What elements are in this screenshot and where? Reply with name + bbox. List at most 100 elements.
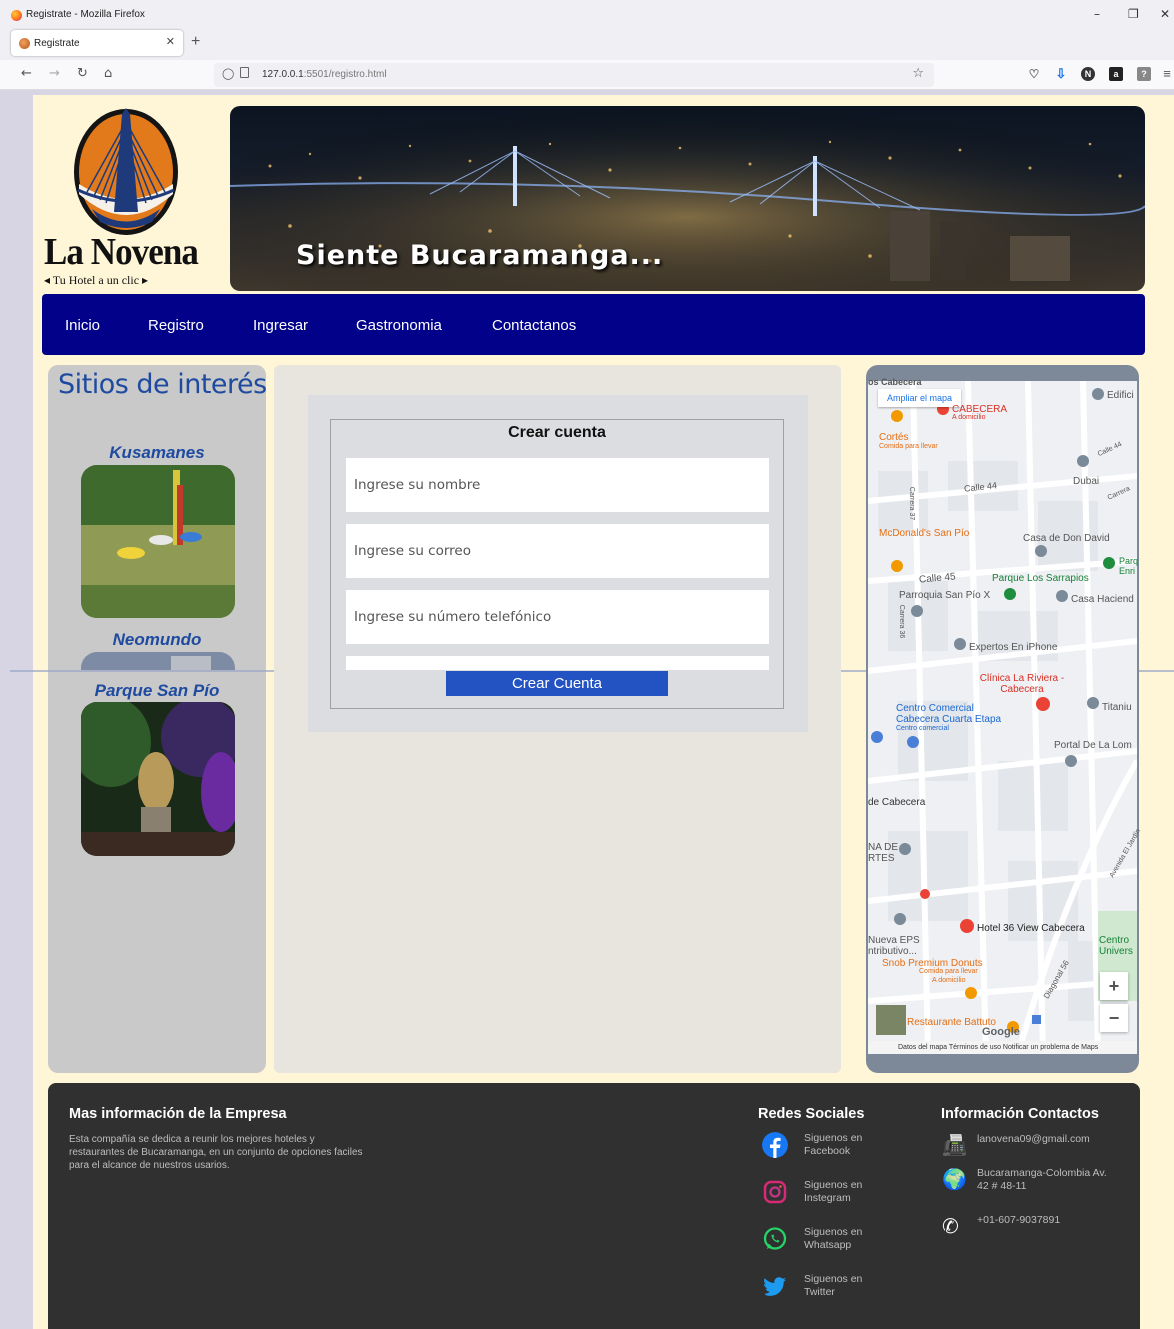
back-icon[interactable]: ← xyxy=(21,66,32,81)
window-title: Registrate - Mozilla Firefox xyxy=(26,9,145,20)
map-label: Nueva EPS ntributivo... xyxy=(868,935,920,957)
nav-contactanos[interactable]: Contactanos xyxy=(492,317,576,334)
map-label: Carrera 37 xyxy=(908,486,916,521)
create-account-button[interactable]: Crear Cuenta xyxy=(446,671,668,696)
nav-ingresar[interactable]: Ingresar xyxy=(253,317,308,334)
map-label: A domicilio xyxy=(952,414,986,421)
fax-icon: 📠 xyxy=(942,1133,967,1157)
twitter-icon xyxy=(763,1277,786,1296)
neomundo-photo[interactable] xyxy=(81,652,235,670)
nav-registro[interactable]: Registro xyxy=(148,317,204,334)
map-label: Parq Enri xyxy=(1119,556,1139,576)
social-label: Siguenos en Twitter xyxy=(804,1273,863,1298)
social-label: Siguenos en Facebook xyxy=(804,1132,863,1157)
parque-san-pio-photo[interactable] xyxy=(81,702,235,856)
map-label: Hotel 36 View Cabecera xyxy=(977,923,1085,934)
contact-label: Bucaramanga-Colombia Av. 42 # 48-11 xyxy=(977,1167,1107,1192)
instagram-icon xyxy=(763,1180,787,1204)
map-label: Casa Haciend xyxy=(1071,594,1134,605)
page-right-gutter xyxy=(1153,95,1174,1329)
phone-icon: ✆ xyxy=(942,1214,959,1238)
footer-social-title: Redes Sociales xyxy=(758,1106,865,1122)
window-titlebar: Registrate - Mozilla Firefox – ❐ ✕ xyxy=(0,0,1174,30)
contact-label: lanovena09@gmail.com xyxy=(977,1133,1090,1145)
pocket-icon[interactable]: ♡ xyxy=(1027,67,1041,81)
footer-about-title: Mas información de la Empresa xyxy=(69,1106,287,1122)
name-input[interactable] xyxy=(346,458,769,512)
password-input-partial[interactable] xyxy=(346,656,769,670)
map-label: Dubai xyxy=(1073,476,1100,487)
footer-about-text: Esta compañía se dedica a reunir los mej… xyxy=(69,1134,363,1171)
download-icon[interactable]: ⇩ xyxy=(1054,67,1068,81)
map-label: Casa de Don David xyxy=(1023,533,1110,544)
brand-name: La Novena xyxy=(44,231,199,273)
map-label: McDonald's San Pío xyxy=(879,528,970,539)
map-label: Comida para llevar xyxy=(879,443,938,450)
address-bar[interactable]: ◯ 127.0.0.1:5501/registro.html ☆ xyxy=(214,63,934,87)
tab-label: Registrate xyxy=(34,38,80,49)
bookmark-star-icon[interactable]: ☆ xyxy=(912,66,924,81)
kusamanes-photo[interactable] xyxy=(81,465,235,618)
expand-map-link[interactable]: Ampliar el mapa xyxy=(878,389,962,407)
forward-icon[interactable]: → xyxy=(49,66,60,81)
help-extension-icon[interactable]: ? xyxy=(1137,67,1151,81)
map-label: Carrera 36 xyxy=(898,604,906,639)
nav-gastronomia[interactable]: Gastronomia xyxy=(356,317,442,334)
google-logo: Google xyxy=(982,1026,1020,1038)
nav-inicio[interactable]: Inicio xyxy=(65,317,100,334)
map-label: Centro Comercial Cabecera Cuarta Etapa xyxy=(896,703,1002,725)
amazon-extension-icon[interactable]: a xyxy=(1109,67,1123,81)
globe-icon: 🌍 xyxy=(942,1167,967,1191)
footer-contact-title: Información Contactos xyxy=(941,1106,1099,1122)
extension-n-icon[interactable]: N xyxy=(1081,67,1095,81)
map-label: Parroquia San Pío X xyxy=(899,590,991,601)
place-name-parque-san-pio[interactable]: Parque San Pío xyxy=(48,681,266,701)
zoom-in-button[interactable]: + xyxy=(1100,972,1128,1000)
url-text[interactable]: 127.0.0.1:5501/registro.html xyxy=(262,69,387,80)
banner-caption: Siente Bucaramanga... xyxy=(296,240,664,271)
tracking-shield-icon[interactable]: ◯ xyxy=(222,67,234,80)
map-label: Portal De La Lom xyxy=(1054,740,1132,751)
minimize-icon[interactable]: – xyxy=(1094,7,1100,21)
close-window-icon[interactable]: ✕ xyxy=(1160,7,1170,21)
map-label: Centro Univers xyxy=(1099,935,1133,957)
contact-label: +01-607-9037891 xyxy=(977,1214,1061,1226)
form-title: Crear cuenta xyxy=(508,424,606,441)
zoom-out-button[interactable]: − xyxy=(1100,1004,1128,1032)
map-label: Edifici xyxy=(1107,390,1134,401)
map-label: A domicilio xyxy=(932,977,966,984)
map-label: Centro comercial xyxy=(896,725,949,732)
brand-tagline: ◂ Tu Hotel a un clic ▸ xyxy=(44,273,149,287)
email-input[interactable] xyxy=(346,524,769,578)
map-label: Cortés xyxy=(879,432,909,443)
reload-icon[interactable]: ↻ xyxy=(77,66,88,81)
social-label: Siguenos en Whatsapp xyxy=(804,1226,863,1251)
sidebar-title: Sitios de interés xyxy=(58,369,267,400)
maximize-icon[interactable]: ❐ xyxy=(1128,7,1139,21)
site-favicon-icon xyxy=(19,38,30,49)
place-name-neomundo[interactable]: Neomundo xyxy=(48,630,266,650)
map-label: Clínica La Riviera -Cabecera xyxy=(979,673,1065,695)
whatsapp-icon xyxy=(763,1227,787,1250)
home-icon[interactable]: ⌂ xyxy=(104,66,112,81)
map-label: de Cabecera xyxy=(868,797,926,808)
map-label: Parque Los Sarrapios xyxy=(992,573,1089,584)
new-tab-icon[interactable]: + xyxy=(191,33,200,51)
social-label: Siguenos en Instegram xyxy=(804,1179,863,1204)
map-label: Titaniu xyxy=(1102,702,1132,713)
phone-input[interactable] xyxy=(346,590,769,644)
map-label: Expertos En iPhone xyxy=(969,642,1058,653)
map-label: os Cabecera xyxy=(868,377,922,387)
page-left-gutter xyxy=(0,91,10,1329)
place-name-kusamanes[interactable]: Kusamanes xyxy=(48,443,266,463)
map-label: Comida para llevar xyxy=(919,968,978,975)
close-tab-icon[interactable]: ✕ xyxy=(166,35,175,48)
map-attribution[interactable]: Datos del mapa Términos de uso Notificar… xyxy=(868,1041,1137,1054)
page-icon xyxy=(240,67,249,78)
main-navbar: Inicio Registro Ingresar Gastronomia Con… xyxy=(42,294,1145,355)
tab-registrate[interactable]: Registrate ✕ xyxy=(11,30,183,56)
map-label: NA DE RTES xyxy=(868,842,899,864)
menu-icon[interactable]: ≡ xyxy=(1160,67,1174,81)
firefox-icon xyxy=(11,10,22,21)
facebook-icon xyxy=(762,1132,788,1158)
